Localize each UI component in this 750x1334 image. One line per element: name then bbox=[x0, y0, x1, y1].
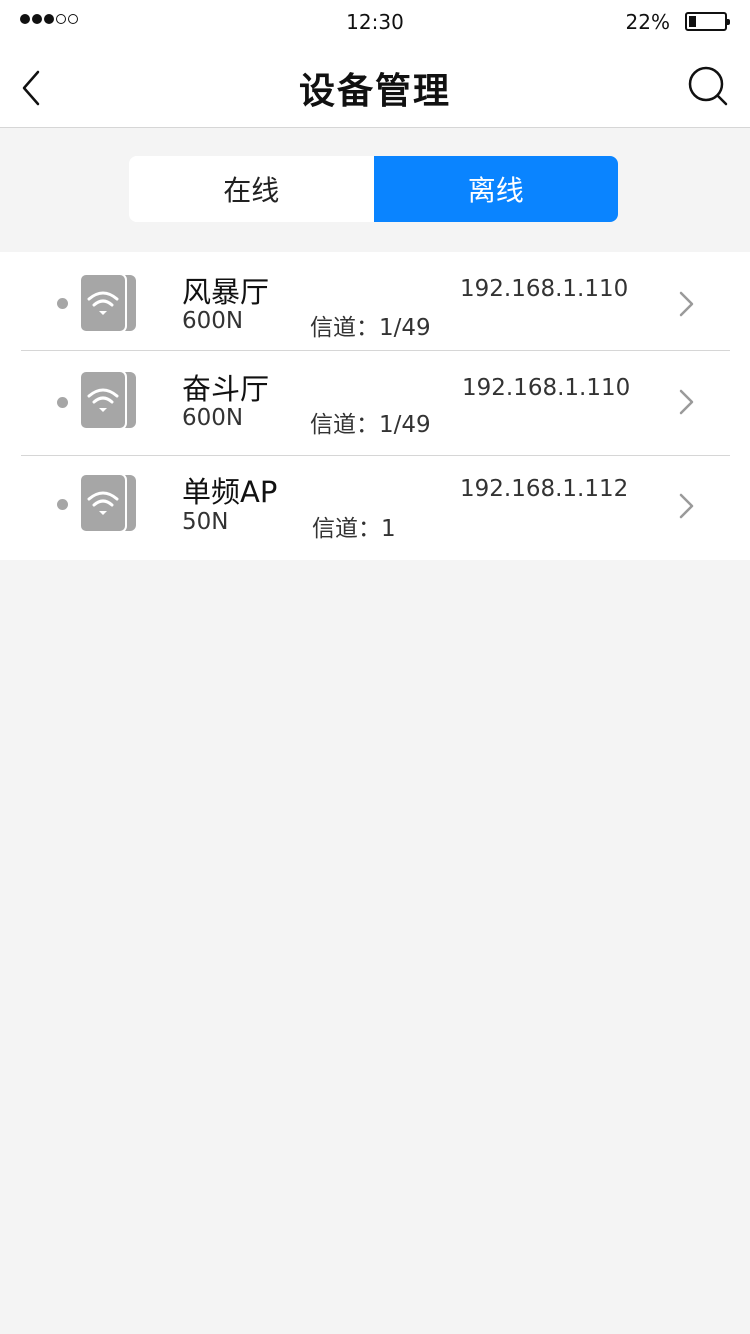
online-offline-segmented-control: 在线 离线 bbox=[129, 156, 618, 222]
device-channel: 信道：1 bbox=[312, 516, 396, 542]
wifi-device-icon bbox=[80, 371, 136, 429]
offline-status-dot bbox=[57, 499, 68, 510]
chevron-right-icon bbox=[679, 493, 694, 519]
device-model: 50N bbox=[182, 509, 229, 535]
back-button[interactable] bbox=[14, 66, 54, 110]
device-row[interactable]: 单频AP 50N 信道：1 192.168.1.112 bbox=[0, 456, 750, 560]
device-ip-address: 192.168.1.112 bbox=[460, 476, 629, 502]
chevron-right-icon bbox=[679, 291, 694, 317]
chevron-left-icon bbox=[22, 70, 40, 106]
battery-icon bbox=[685, 12, 730, 31]
device-model: 600N bbox=[182, 308, 244, 334]
tab-online[interactable]: 在线 bbox=[129, 156, 374, 222]
battery-fill bbox=[689, 16, 697, 27]
offline-status-dot bbox=[57, 298, 68, 309]
device-channel: 信道：1/49 bbox=[310, 412, 431, 438]
device-list: 风暴厅 600N 信道：1/49 192.168.1.110 奋斗厅 600N … bbox=[0, 252, 750, 560]
device-row[interactable]: 风暴厅 600N 信道：1/49 192.168.1.110 bbox=[0, 252, 750, 350]
tab-offline[interactable]: 离线 bbox=[373, 156, 618, 222]
offline-status-dot bbox=[57, 397, 68, 408]
device-name: 单频AP bbox=[182, 475, 278, 509]
device-ip-address: 192.168.1.110 bbox=[460, 276, 629, 302]
device-row[interactable]: 奋斗厅 600N 信道：1/49 192.168.1.110 bbox=[0, 351, 750, 455]
device-ip-address: 192.168.1.110 bbox=[462, 375, 631, 401]
device-name: 奋斗厅 bbox=[182, 372, 270, 406]
device-channel: 信道：1/49 bbox=[310, 315, 431, 341]
battery-percentage: 22% bbox=[625, 10, 670, 34]
device-name: 风暴厅 bbox=[182, 275, 270, 309]
wifi-device-icon bbox=[80, 274, 136, 332]
status-bar: 12:30 22% bbox=[0, 0, 750, 44]
chevron-right-icon bbox=[679, 389, 694, 415]
device-model: 600N bbox=[182, 405, 244, 431]
wifi-device-icon bbox=[80, 474, 136, 532]
search-button[interactable] bbox=[686, 64, 732, 110]
page-title: 设备管理 bbox=[298, 71, 451, 112]
navigation-bar: 设备管理 bbox=[0, 44, 750, 128]
search-icon bbox=[688, 66, 728, 106]
